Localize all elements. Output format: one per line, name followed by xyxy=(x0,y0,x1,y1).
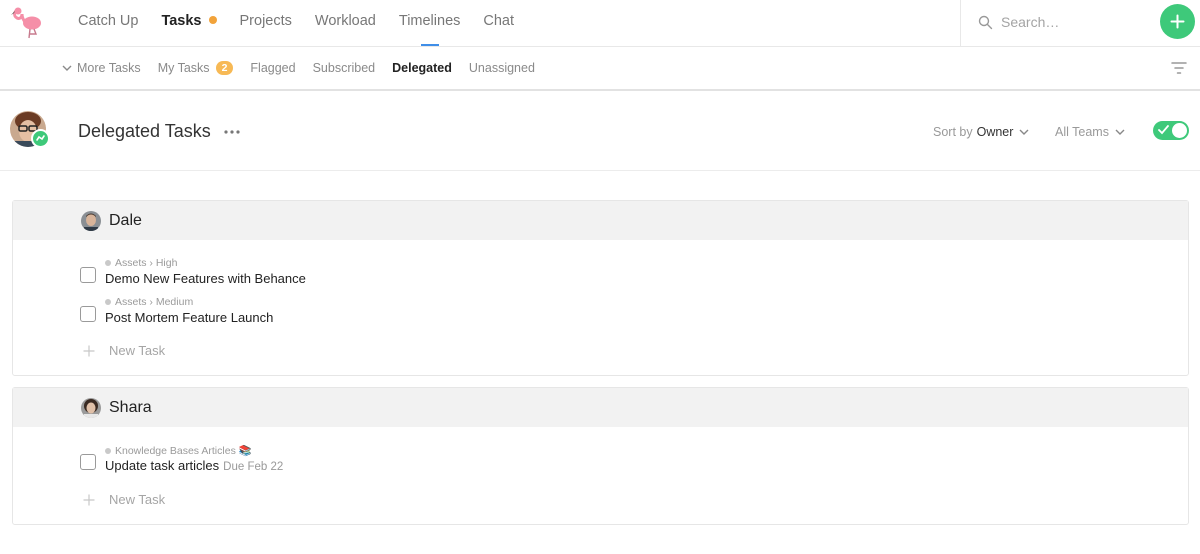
top-bar: Catch Up Tasks Projects Workload Timelin… xyxy=(0,0,1200,47)
task-project-label: Assets › Medium xyxy=(115,296,194,308)
delegate-badge-icon xyxy=(31,129,50,148)
nav-projects-label: Projects xyxy=(239,13,292,29)
sub-nav-my-tasks[interactable]: My Tasks 2 xyxy=(158,61,234,75)
new-task-label: New Task xyxy=(109,343,166,358)
sort-dropdown[interactable]: Sort by Owner xyxy=(933,125,1029,139)
owner-group-shara: Shara Knowledge Bases Articles 📚 Update t… xyxy=(12,387,1189,525)
owner-avatar[interactable] xyxy=(81,211,101,231)
plus-icon xyxy=(83,345,95,356)
more-options-button[interactable] xyxy=(222,123,242,141)
task-title[interactable]: Update task articles Due Feb 22 xyxy=(105,458,283,473)
task-meta: Assets › Medium xyxy=(105,296,193,308)
completed-toggle[interactable] xyxy=(1153,121,1189,140)
group-header: Shara xyxy=(13,388,1188,427)
nav-chat[interactable]: Chat xyxy=(483,0,514,46)
owner-name: Dale xyxy=(109,212,142,229)
task-row: Assets › Medium Post Mortem Feature Laun… xyxy=(13,292,1188,328)
avatar-photo-icon xyxy=(81,211,101,231)
nav-catch-up[interactable]: Catch Up xyxy=(78,0,138,46)
sub-nav-subscribed[interactable]: Subscribed xyxy=(313,61,376,75)
task-project-label: Knowledge Bases Articles xyxy=(115,444,236,457)
task-title-text: Update task articles xyxy=(105,458,220,473)
sub-nav-my-tasks-label: My Tasks xyxy=(157,61,210,75)
sort-prefix: Sort by xyxy=(933,125,973,139)
group-header: Dale xyxy=(13,201,1188,240)
sort-value: Owner xyxy=(976,125,1014,139)
sub-nav-subscribed-label: Subscribed xyxy=(312,61,376,75)
owner-group-dale: Dale Assets › High Demo New Features wit… xyxy=(12,200,1189,376)
task-meta: Assets › High xyxy=(105,257,177,269)
nav-timelines[interactable]: Timelines xyxy=(398,0,461,46)
task-meta: Knowledge Bases Articles 📚 xyxy=(105,444,252,457)
books-icon: 📚 xyxy=(238,445,252,457)
chevron-down-icon xyxy=(1019,129,1029,135)
sub-nav: More Tasks My Tasks 2 Flagged Subscribed… xyxy=(0,47,1200,91)
nav-timelines-label: Timelines xyxy=(398,13,461,29)
sub-nav-unassigned-label: Unassigned xyxy=(468,61,535,75)
sub-nav-flagged-label: Flagged xyxy=(250,61,296,75)
sub-nav-more-tasks[interactable]: More Tasks xyxy=(62,61,141,75)
nav-tasks[interactable]: Tasks xyxy=(161,0,217,46)
filter-icon[interactable] xyxy=(1171,61,1187,75)
plus-icon xyxy=(1170,14,1185,29)
chevron-down-icon xyxy=(62,65,72,71)
nav-projects[interactable]: Projects xyxy=(240,0,292,46)
plus-icon xyxy=(83,494,95,505)
search-input[interactable] xyxy=(1001,11,1151,33)
toggle-knob xyxy=(1172,123,1187,138)
add-button[interactable] xyxy=(1160,4,1195,39)
task-title-text: Post Mortem Feature Launch xyxy=(105,310,274,325)
sub-nav-delegated[interactable]: Delegated xyxy=(392,61,452,75)
nav-workload[interactable]: Workload xyxy=(315,0,376,46)
project-dot xyxy=(105,447,111,454)
chevron-down-icon xyxy=(1115,129,1125,135)
nav-tasks-label: Tasks xyxy=(161,13,202,29)
nav-catch-up-label: Catch Up xyxy=(78,13,139,29)
task-project-label: Assets › High xyxy=(115,257,178,269)
nav-workload-label: Workload xyxy=(314,13,376,29)
task-row: Assets › High Demo New Features with Beh… xyxy=(13,253,1188,289)
task-title-text: Demo New Features with Behance xyxy=(105,271,306,286)
project-dot xyxy=(105,260,111,266)
teams-label: All Teams xyxy=(1055,125,1109,139)
sub-nav-flagged[interactable]: Flagged xyxy=(250,61,295,75)
task-checkbox[interactable] xyxy=(80,306,96,322)
avatar-photo-icon xyxy=(81,398,101,418)
main-nav: Catch Up Tasks Projects Workload Timelin… xyxy=(78,0,537,46)
sub-nav-more-tasks-label: More Tasks xyxy=(77,61,141,75)
teams-dropdown[interactable]: All Teams xyxy=(1055,125,1125,139)
checkmark-icon xyxy=(1158,125,1169,135)
new-task-label: New Task xyxy=(109,492,166,507)
sub-nav-unassigned[interactable]: Unassigned xyxy=(469,61,535,75)
task-title[interactable]: Post Mortem Feature Launch xyxy=(105,310,273,325)
new-task-button[interactable]: New Task xyxy=(83,343,165,358)
sub-nav-delegated-label: Delegated xyxy=(392,61,452,75)
search-icon xyxy=(978,15,993,30)
nav-hover-indicator xyxy=(420,44,439,46)
my-tasks-count-badge: 2 xyxy=(215,61,234,75)
page-header: Delegated Tasks Sort by Owner All Teams xyxy=(0,93,1200,171)
current-user-avatar[interactable] xyxy=(10,111,50,148)
owner-avatar[interactable] xyxy=(81,398,101,418)
flamingo-logo-icon[interactable] xyxy=(10,4,46,40)
page-title: Delegated Tasks xyxy=(78,121,211,141)
nav-chat-label: Chat xyxy=(483,13,515,29)
task-checkbox[interactable] xyxy=(80,267,96,283)
project-dot xyxy=(105,299,111,305)
ellipsis-icon xyxy=(224,130,240,134)
unread-dot xyxy=(208,16,217,24)
task-title[interactable]: Demo New Features with Behance xyxy=(105,271,306,286)
task-checkbox[interactable] xyxy=(80,454,96,470)
task-row: Knowledge Bases Articles 📚 Update task ar… xyxy=(13,440,1188,476)
task-due-date: Due Feb 22 xyxy=(223,461,284,473)
new-task-button[interactable]: New Task xyxy=(83,492,165,507)
owner-name: Shara xyxy=(109,399,152,416)
